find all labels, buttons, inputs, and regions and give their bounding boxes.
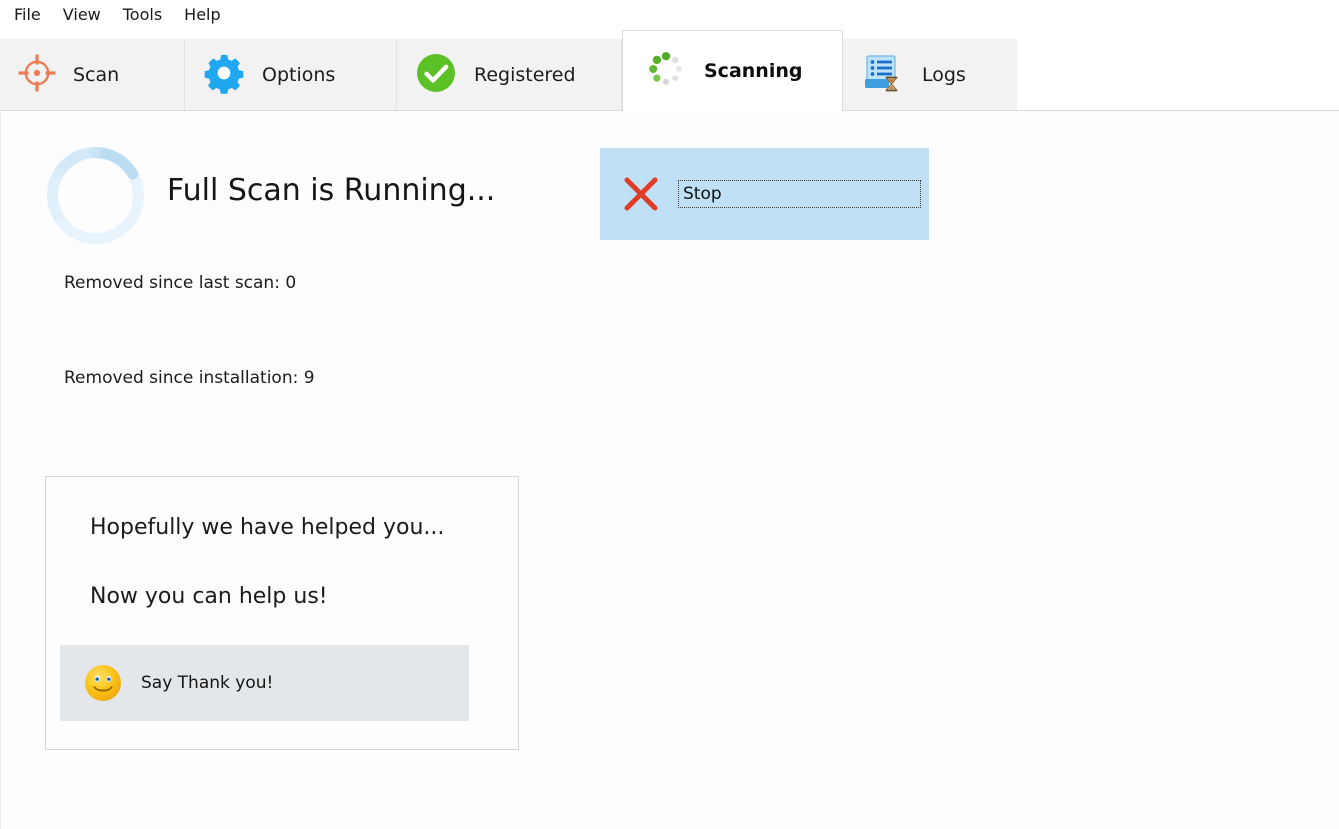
tab-logs[interactable]: Logs	[843, 39, 1017, 111]
menu-item-tools[interactable]: Tools	[123, 5, 174, 25]
smiley-face-icon	[83, 663, 123, 703]
log-document-hourglass-icon	[861, 52, 905, 98]
tab-registered-label: Registered	[474, 64, 576, 86]
removed-since-last-scan: Removed since last scan: 0	[64, 273, 296, 293]
menu-item-file[interactable]: File	[14, 5, 53, 25]
crosshair-target-icon	[18, 54, 56, 96]
tab-scan[interactable]: Scan	[0, 39, 185, 111]
tab-options[interactable]: Options	[185, 39, 397, 111]
say-thank-you-label: Say Thank you!	[141, 673, 273, 693]
say-thank-you-button[interactable]: Say Thank you!	[60, 645, 469, 721]
gear-icon	[203, 52, 245, 98]
page-title: Full Scan is Running...	[167, 173, 495, 208]
loading-spinner-icon	[645, 48, 687, 94]
tab-scanning[interactable]: Scanning	[622, 30, 843, 111]
card-heading-line2: Now you can help us!	[90, 584, 328, 609]
tab-registered[interactable]: Registered	[397, 39, 622, 111]
thank-you-card: Hopefully we have helped you... Now you …	[45, 476, 519, 750]
red-x-icon	[622, 175, 660, 213]
loading-arc-icon	[43, 143, 148, 248]
tab-strip-filler	[1017, 39, 1339, 111]
tab-options-label: Options	[262, 64, 335, 86]
tab-logs-label: Logs	[922, 64, 966, 86]
tab-scan-label: Scan	[73, 64, 119, 86]
stop-scan-panel[interactable]: Stop	[600, 148, 929, 240]
menu-item-help[interactable]: Help	[184, 5, 232, 25]
stop-button-label: Stop	[679, 186, 722, 203]
content-panel: Full Scan is Running... Stop Removed sin…	[0, 110, 1339, 829]
green-check-circle-icon	[415, 52, 457, 98]
menu-bar: File View Tools Help	[0, 0, 1339, 30]
menu-item-view[interactable]: View	[63, 5, 113, 25]
stop-button[interactable]: Stop	[678, 180, 921, 208]
card-heading-line1: Hopefully we have helped you...	[90, 515, 444, 540]
removed-since-installation: Removed since installation: 9	[64, 368, 315, 388]
tab-scanning-label: Scanning	[704, 60, 802, 82]
tab-strip: Scan Options Registered	[0, 30, 1339, 111]
